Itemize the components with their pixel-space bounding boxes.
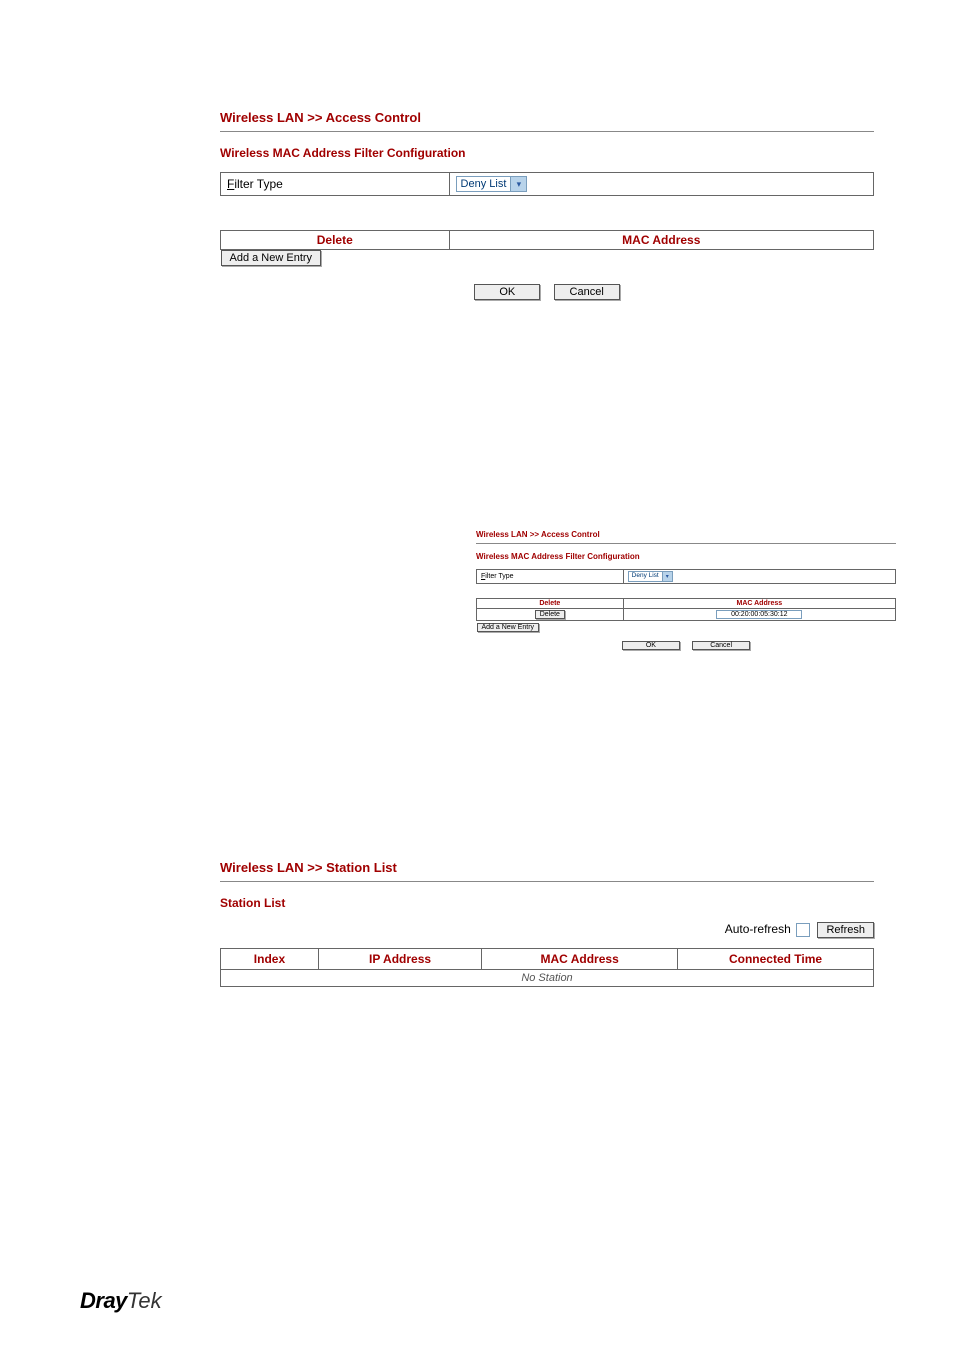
filter-type-selected-mini: Deny List bbox=[629, 572, 662, 579]
ok-button-mini[interactable]: OK bbox=[622, 641, 680, 650]
col-mac-mini: MAC Address bbox=[623, 599, 895, 609]
station-list-subtitle: Station List bbox=[220, 896, 874, 910]
add-new-entry-button-mini[interactable]: Add a New Entry bbox=[477, 623, 540, 632]
row-mac-cell: 00:20:00:05:30:12 bbox=[623, 609, 895, 621]
chevron-down-icon: ▾ bbox=[662, 572, 672, 581]
filter-type-value-cell: Deny List▾ bbox=[449, 173, 873, 196]
mac-filter-table-mini: Delete MAC Address Delete 00:20:00:05:30… bbox=[476, 598, 896, 632]
mac-address-input[interactable]: 00:20:00:05:30:12 bbox=[716, 610, 802, 619]
cancel-button-mini[interactable]: Cancel bbox=[692, 641, 750, 650]
button-row-mini: OK Cancel bbox=[476, 640, 896, 650]
logo-part2: Tek bbox=[127, 1288, 162, 1313]
add-new-entry-button[interactable]: Add a New Entry bbox=[221, 250, 322, 266]
row-delete-cell: Delete bbox=[477, 609, 624, 621]
filter-type-label-cell: Filter Type bbox=[221, 173, 450, 196]
refresh-button[interactable]: Refresh bbox=[817, 922, 874, 938]
no-station-text: No Station bbox=[221, 970, 874, 987]
filter-type-table-mini: Filter Type Deny List▾ bbox=[476, 569, 896, 584]
filter-type-select[interactable]: Deny List▾ bbox=[456, 176, 528, 192]
access-control-section-mini: Wireless LAN >> Access Control Wireless … bbox=[476, 530, 896, 650]
mac-filter-table: Delete MAC Address Add a New Entry bbox=[220, 230, 874, 266]
station-table: Index IP Address MAC Address Connected T… bbox=[220, 948, 874, 987]
access-control-section: Wireless LAN >> Access Control Wireless … bbox=[220, 110, 874, 300]
config-subtitle: Wireless MAC Address Filter Configuratio… bbox=[220, 146, 874, 160]
filter-type-label-cell-mini: Filter Type bbox=[477, 570, 624, 584]
col-ip: IP Address bbox=[318, 949, 481, 970]
filter-type-value-cell-mini: Deny List▾ bbox=[623, 570, 895, 584]
brand-logo: DrayTek bbox=[80, 1288, 162, 1314]
filter-type-selected: Deny List bbox=[457, 177, 511, 191]
col-mac: MAC Address bbox=[449, 231, 873, 250]
page-title-mini: Wireless LAN >> Access Control bbox=[476, 530, 896, 544]
button-row: OK Cancel bbox=[220, 284, 874, 300]
page-title: Wireless LAN >> Access Control bbox=[220, 110, 874, 132]
station-list-title: Wireless LAN >> Station List bbox=[220, 860, 874, 882]
cancel-button[interactable]: Cancel bbox=[554, 284, 620, 300]
filter-type-label: ilter Type bbox=[234, 177, 282, 191]
auto-refresh-checkbox[interactable] bbox=[796, 923, 810, 937]
auto-refresh-label: Auto-refresh bbox=[725, 922, 791, 936]
config-subtitle-mini: Wireless MAC Address Filter Configuratio… bbox=[476, 552, 896, 561]
refresh-row: Auto-refresh Refresh bbox=[220, 922, 874, 938]
col-delete-mini: Delete bbox=[477, 599, 624, 609]
station-list-section: Wireless LAN >> Station List Station Lis… bbox=[220, 860, 874, 987]
logo-part1: Dray bbox=[80, 1288, 127, 1313]
col-delete: Delete bbox=[221, 231, 450, 250]
ok-button[interactable]: OK bbox=[474, 284, 540, 300]
delete-row-button[interactable]: Delete bbox=[535, 610, 565, 619]
chevron-down-icon: ▾ bbox=[510, 177, 526, 191]
col-index: Index bbox=[221, 949, 319, 970]
filter-type-table: Filter Type Deny List▾ bbox=[220, 172, 874, 196]
col-mac-station: MAC Address bbox=[482, 949, 678, 970]
filter-type-select-mini[interactable]: Deny List▾ bbox=[628, 571, 673, 582]
col-connected-time: Connected Time bbox=[678, 949, 874, 970]
